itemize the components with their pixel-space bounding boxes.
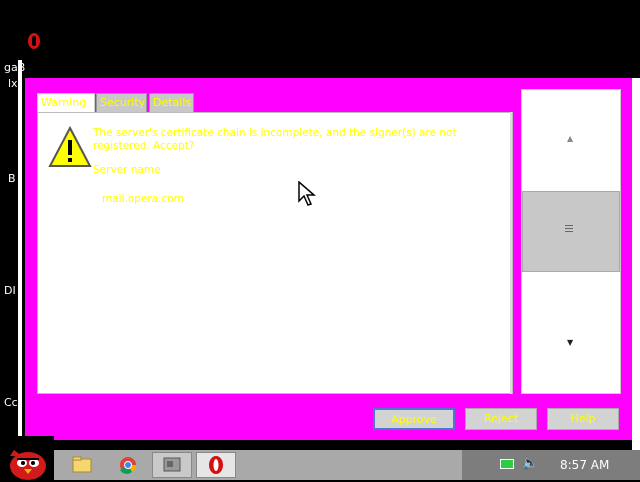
battery-icon[interactable] [500, 459, 514, 469]
scroll-up-arrow-icon[interactable]: ▲ [567, 134, 573, 143]
background-text-fragment: B [8, 172, 16, 185]
desktop-window-edge-right [632, 78, 640, 450]
volume-icon[interactable]: 🔈 [522, 456, 538, 471]
warning-content-panel [37, 112, 513, 394]
approve-button[interactable]: Approve [373, 408, 455, 430]
mouse-pointer-icon [298, 181, 316, 206]
opera-icon [209, 456, 223, 474]
chrome-icon [120, 457, 137, 474]
server-name-value: mail.opera.com [102, 193, 184, 205]
grip-icon [565, 225, 573, 232]
help-button[interactable]: Help [547, 408, 619, 430]
scroll-down-arrow-icon[interactable]: ▼ [567, 338, 573, 347]
taskbar-folder-button[interactable] [62, 452, 102, 478]
opera-icon[interactable] [28, 33, 40, 49]
folder-icon [72, 456, 92, 473]
tab-details[interactable]: Details [149, 93, 194, 113]
app-window-icon [163, 457, 181, 472]
warning-message: The server's certificate chain is incomp… [93, 127, 457, 152]
taskbar-opera-button[interactable] [196, 452, 236, 478]
server-name-label: Server name [93, 164, 161, 176]
taskbar-app-button[interactable] [152, 452, 192, 478]
taskbar-chrome-button[interactable] [108, 452, 148, 478]
start-button[interactable] [0, 436, 54, 480]
background-text-fragment: lx [8, 77, 18, 90]
desktop-window-edge [18, 60, 22, 450]
reject-button[interactable]: Reject [465, 408, 537, 430]
taskbar-clock[interactable]: 8:57 AM [560, 458, 609, 472]
panel-divider [510, 112, 512, 394]
background-text-fragment: DI [4, 284, 16, 297]
background-text-fragment: gaB [4, 61, 26, 74]
background-text-fragment: Cc [4, 396, 18, 409]
tab-warning[interactable]: Warning [37, 93, 95, 114]
tab-security[interactable]: Security [96, 93, 147, 113]
system-tray [462, 450, 640, 480]
warning-icon [48, 126, 92, 167]
